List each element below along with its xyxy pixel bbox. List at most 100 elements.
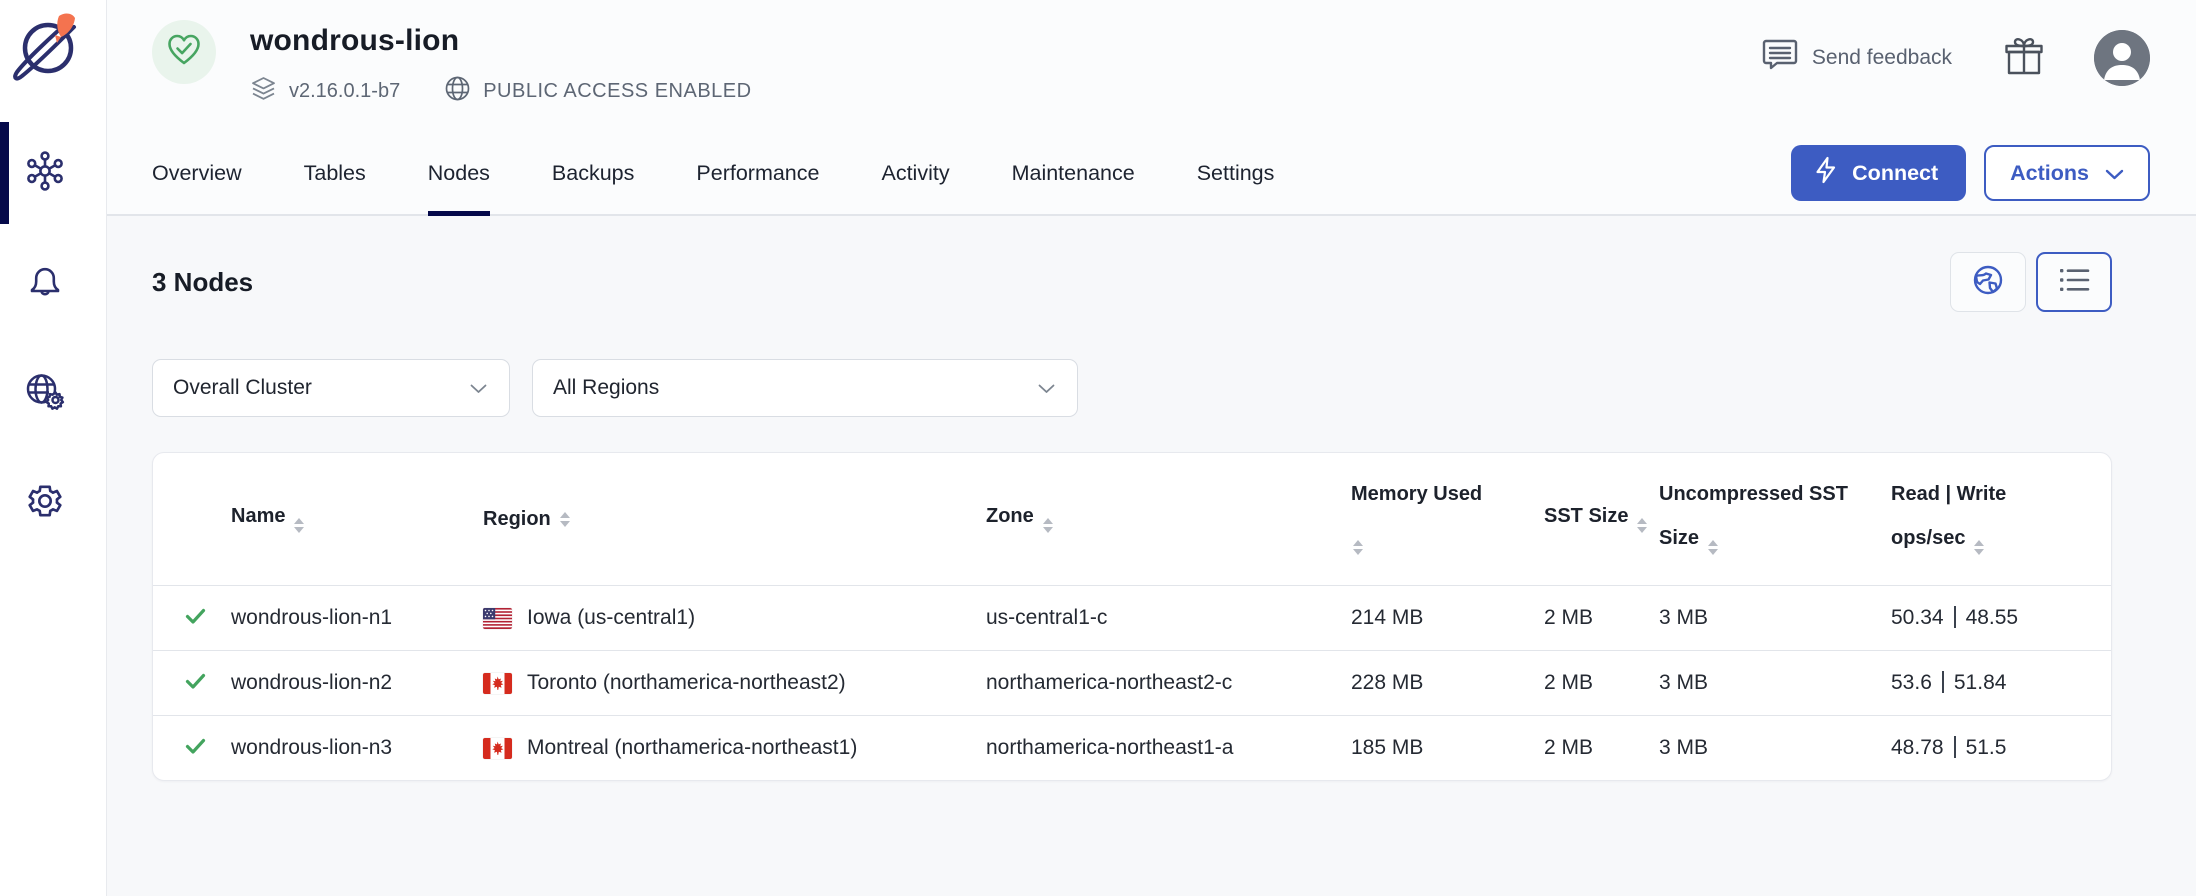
canada-flag-icon bbox=[483, 673, 512, 694]
sort-icon[interactable] bbox=[1043, 518, 1053, 533]
read-write-header-line2: ops/sec bbox=[1891, 527, 1965, 549]
bell-icon bbox=[26, 262, 64, 305]
globe-map-icon bbox=[1971, 263, 2005, 302]
node-sst-cell: 2 MB bbox=[1544, 736, 1659, 760]
table-row[interactable]: wondrous-lion-n3 Montreal (northamerica-… bbox=[153, 715, 2111, 780]
access-item: PUBLIC ACCESS ENABLED bbox=[444, 75, 751, 108]
sort-icon[interactable] bbox=[1708, 540, 1718, 555]
table-row[interactable]: wondrous-lion-n1 Iowa (us-central1) us-c… bbox=[153, 585, 2111, 650]
region-filter-select[interactable]: All Regions bbox=[532, 359, 1078, 417]
send-feedback-button[interactable]: Send feedback bbox=[1748, 37, 1952, 79]
node-name-cell: wondrous-lion-n1 bbox=[231, 606, 483, 630]
cluster-header: wondrous-lion v2.16.0.1-b7 bbox=[107, 0, 2196, 108]
healthy-check-icon bbox=[184, 734, 207, 763]
list-view-button[interactable] bbox=[2036, 252, 2112, 312]
sidebar bbox=[0, 0, 107, 896]
tab-backups[interactable]: Backups bbox=[552, 132, 634, 216]
node-zone-cell: northamerica-northeast2-c bbox=[986, 671, 1351, 695]
memory-column-header[interactable]: Memory Used bbox=[1351, 483, 1544, 555]
sidebar-item-settings[interactable] bbox=[0, 448, 106, 558]
map-view-button[interactable] bbox=[1950, 252, 2026, 312]
chevron-down-icon bbox=[1038, 376, 1055, 400]
sort-icon[interactable] bbox=[1637, 518, 1647, 533]
tab-actions: Connect Actions bbox=[1791, 132, 2150, 214]
read-write-column-header[interactable]: Read | Write ops/sec bbox=[1891, 483, 2111, 555]
sort-icon[interactable] bbox=[1353, 540, 1363, 555]
read-ops-value: 48.78 bbox=[1891, 736, 1944, 759]
tab-performance[interactable]: Performance bbox=[696, 132, 819, 216]
zone-header-label: Zone bbox=[986, 505, 1034, 527]
public-access-label: PUBLIC ACCESS ENABLED bbox=[483, 80, 751, 103]
gift-icon[interactable] bbox=[2004, 35, 2044, 82]
sst-header-label: SST Size bbox=[1544, 505, 1628, 527]
name-column-header[interactable]: Name bbox=[231, 505, 483, 533]
table-row[interactable]: wondrous-lion-n2 Toronto (northamerica-n… bbox=[153, 650, 2111, 715]
node-region-cell: Iowa (us-central1) bbox=[483, 606, 986, 630]
read-ops-value: 53.6 bbox=[1891, 671, 1932, 694]
version-item: v2.16.0.1-b7 bbox=[250, 75, 400, 108]
page-title: wondrous-lion bbox=[250, 24, 752, 58]
brand-planet-logo[interactable] bbox=[12, 10, 82, 88]
tab-activity[interactable]: Activity bbox=[881, 132, 949, 216]
cluster-info: wondrous-lion v2.16.0.1-b7 bbox=[152, 20, 752, 108]
layers-icon bbox=[250, 75, 289, 108]
tab-tables[interactable]: Tables bbox=[304, 132, 366, 216]
node-status-cell bbox=[153, 669, 231, 698]
version-label: v2.16.0.1-b7 bbox=[289, 80, 400, 103]
table-header-row: Name Region Zone Memory Used SST Size bbox=[153, 453, 2111, 585]
sidebar-item-clusters[interactable] bbox=[0, 118, 106, 228]
actions-label: Actions bbox=[2010, 161, 2089, 186]
tab-settings[interactable]: Settings bbox=[1197, 132, 1275, 216]
divider bbox=[1942, 671, 1944, 693]
node-region-label: Toronto (northamerica-northeast2) bbox=[527, 671, 846, 695]
node-region-label: Iowa (us-central1) bbox=[527, 606, 695, 630]
write-ops-value: 51.84 bbox=[1954, 671, 2007, 694]
filters-row: Overall Cluster All Regions bbox=[152, 359, 2112, 417]
actions-button[interactable]: Actions bbox=[1984, 145, 2150, 201]
cluster-titles: wondrous-lion v2.16.0.1-b7 bbox=[250, 20, 752, 108]
node-region-cell: Montreal (northamerica-northeast1) bbox=[483, 736, 986, 760]
region-header-label: Region bbox=[483, 508, 551, 531]
tab-bar: Overview Tables Nodes Backups Performanc… bbox=[107, 132, 2196, 216]
nodes-header-row: 3 Nodes bbox=[152, 252, 2112, 312]
node-read-write-cell: 53.6 51.84 bbox=[1891, 671, 2111, 695]
canada-flag-icon bbox=[483, 738, 512, 759]
tab-overview[interactable]: Overview bbox=[152, 132, 242, 216]
sort-icon[interactable] bbox=[1974, 540, 1984, 555]
main-area: wondrous-lion v2.16.0.1-b7 bbox=[107, 0, 2196, 896]
tab-maintenance[interactable]: Maintenance bbox=[1012, 132, 1135, 216]
node-uncompressed-sst-cell: 3 MB bbox=[1659, 736, 1891, 760]
sort-icon[interactable] bbox=[560, 512, 570, 527]
uncompressed-sst-column-header[interactable]: Uncompressed SST Size bbox=[1659, 483, 1891, 555]
cluster-filter-value: Overall Cluster bbox=[173, 376, 312, 400]
lightning-icon bbox=[1813, 156, 1852, 190]
sort-icon[interactable] bbox=[294, 518, 304, 533]
node-uncompressed-sst-cell: 3 MB bbox=[1659, 671, 1891, 695]
node-read-write-cell: 48.7851.5 bbox=[1891, 736, 2111, 760]
node-memory-cell: 228 MB bbox=[1351, 671, 1544, 695]
node-region-cell: Toronto (northamerica-northeast2) bbox=[483, 671, 986, 695]
tabs: Overview Tables Nodes Backups Performanc… bbox=[152, 132, 1274, 214]
node-status-cell bbox=[153, 734, 231, 763]
sidebar-nav bbox=[0, 118, 106, 558]
read-write-header-line1: Read | Write bbox=[1891, 483, 2101, 506]
globe-gear-icon bbox=[24, 371, 66, 416]
feedback-bubble-icon bbox=[1761, 37, 1799, 79]
node-region-label: Montreal (northamerica-northeast1) bbox=[527, 736, 857, 760]
connect-button[interactable]: Connect bbox=[1791, 145, 1966, 201]
divider bbox=[1954, 736, 1956, 758]
sidebar-item-alerts[interactable] bbox=[0, 228, 106, 338]
sst-column-header[interactable]: SST Size bbox=[1544, 505, 1659, 533]
nodes-count-title: 3 Nodes bbox=[152, 267, 253, 298]
region-column-header[interactable]: Region bbox=[483, 508, 986, 531]
node-memory-cell: 214 MB bbox=[1351, 606, 1544, 630]
list-icon bbox=[2058, 266, 2090, 299]
cluster-network-icon bbox=[25, 151, 65, 196]
tab-nodes[interactable]: Nodes bbox=[428, 132, 490, 216]
name-header-label: Name bbox=[231, 505, 285, 527]
node-name-cell: wondrous-lion-n2 bbox=[231, 671, 483, 695]
sidebar-item-network-access[interactable] bbox=[0, 338, 106, 448]
user-avatar[interactable] bbox=[2094, 30, 2150, 86]
cluster-filter-select[interactable]: Overall Cluster bbox=[152, 359, 510, 417]
zone-column-header[interactable]: Zone bbox=[986, 505, 1351, 533]
